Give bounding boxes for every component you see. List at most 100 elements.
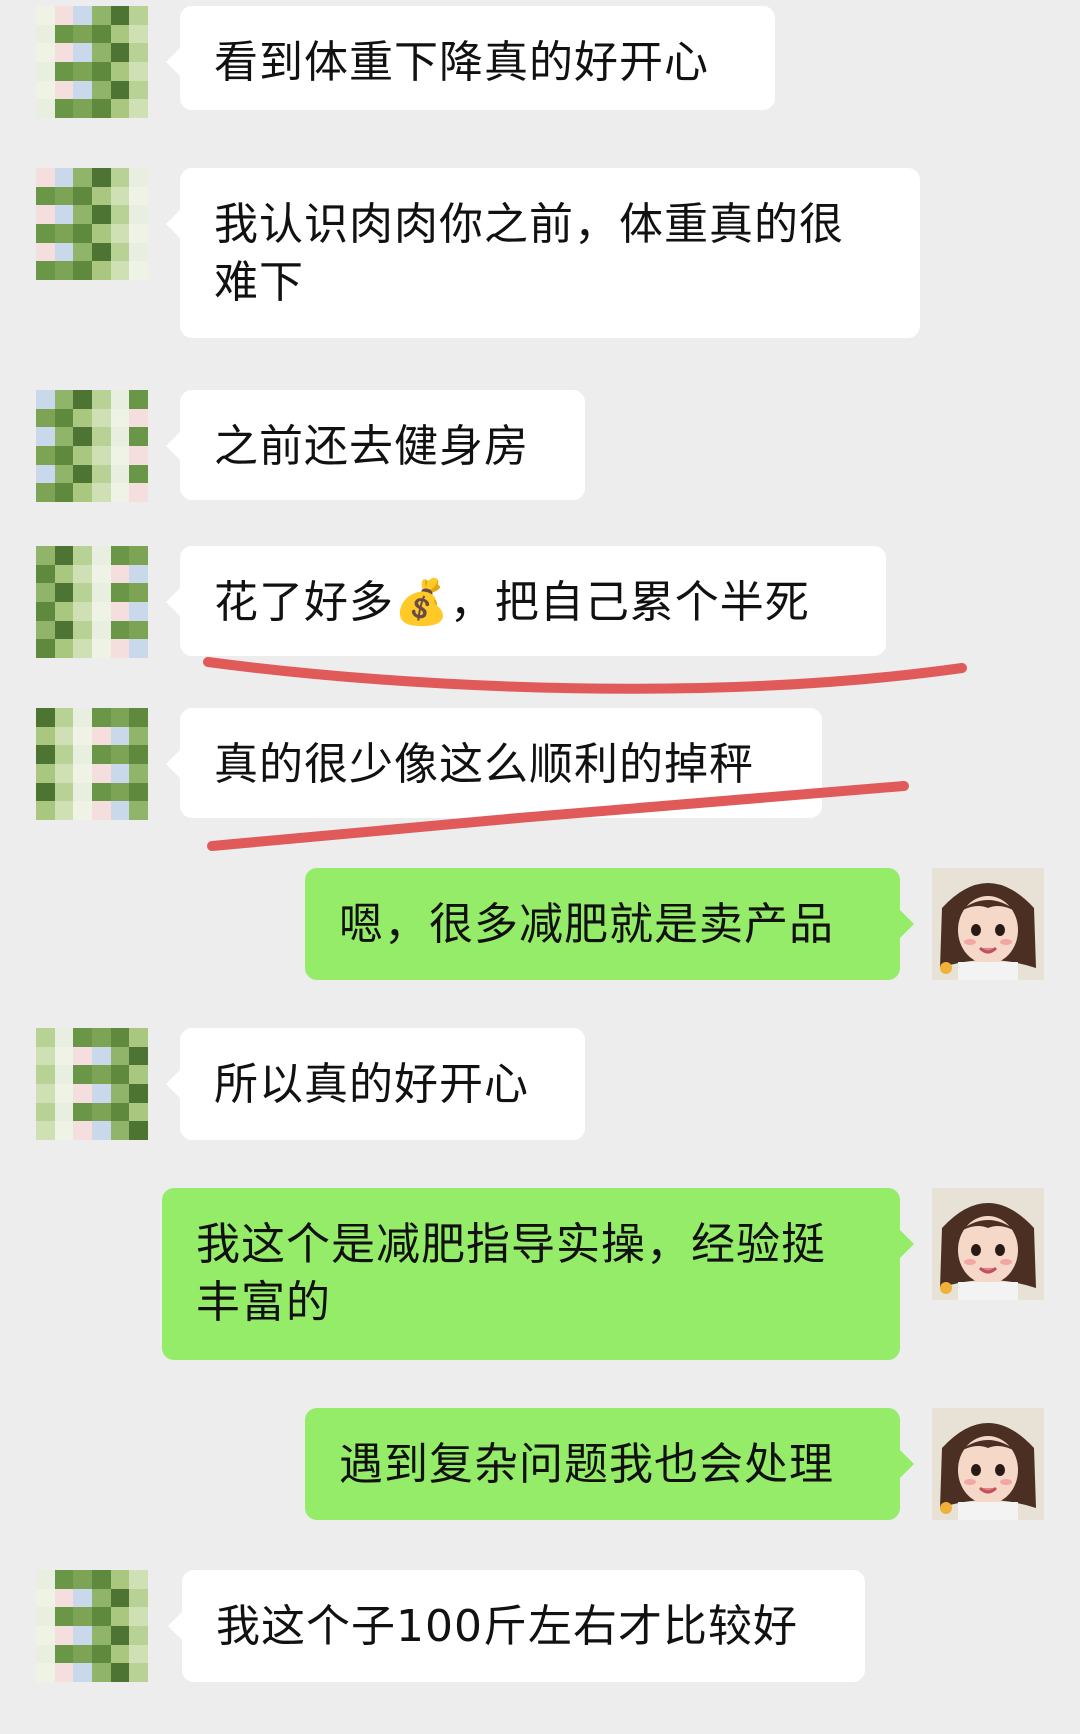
incoming-message-bubble[interactable]: 所以真的好开心 <box>166 1028 585 1140</box>
mosaic-tile <box>91 1083 111 1103</box>
incoming-message-bubble[interactable]: 我这个子100斤左右才比较好 <box>168 1570 865 1682</box>
incoming-message-bubble[interactable]: 花了好多💰，把自己累个半死 <box>166 546 886 656</box>
mosaic-tile <box>91 427 111 446</box>
pixelated-avatar-icon <box>36 168 148 280</box>
mosaic-tile <box>73 186 92 206</box>
mosaic-tile <box>36 61 55 81</box>
mosaic-tile <box>36 1607 55 1626</box>
mosaic-tile <box>36 726 55 746</box>
mosaic-tile <box>73 1065 92 1084</box>
contact-avatar[interactable] <box>36 390 148 502</box>
mosaic-tile <box>36 708 55 727</box>
mosaic-tile <box>54 639 74 658</box>
mosaic-tile <box>129 242 148 262</box>
mosaic-tile <box>54 61 74 81</box>
message-text: 之前还去健身房 <box>214 421 529 472</box>
mosaic-tile <box>73 1607 92 1626</box>
mosaic-tile <box>91 801 111 820</box>
mosaic-tile <box>129 620 148 640</box>
contact-avatar[interactable] <box>36 546 148 658</box>
mosaic-tile <box>36 80 55 100</box>
mosaic-tile <box>110 1102 130 1122</box>
mosaic-tile <box>73 427 92 446</box>
contact-avatar[interactable] <box>36 708 148 820</box>
mosaic-tile <box>110 801 130 820</box>
mosaic-tile <box>91 708 111 727</box>
contact-avatar[interactable] <box>36 1028 148 1140</box>
mosaic-tile <box>54 99 74 118</box>
mosaic-tile <box>73 708 92 727</box>
self-avatar[interactable] <box>932 868 1044 980</box>
incoming-message-bubble[interactable]: 之前还去健身房 <box>166 390 585 500</box>
mosaic-tile <box>91 726 111 746</box>
mosaic-tile <box>110 708 130 727</box>
mosaic-tile <box>129 99 148 118</box>
mosaic-tile <box>73 763 92 783</box>
mosaic-tile <box>110 1570 130 1589</box>
mosaic-tile <box>36 205 55 224</box>
mosaic-tile <box>110 564 130 584</box>
pixelated-avatar-icon <box>36 1570 148 1682</box>
mosaic-tile <box>129 205 148 224</box>
mosaic-tile <box>73 546 92 565</box>
mosaic-tile <box>129 601 148 621</box>
mosaic-tile <box>54 464 74 484</box>
mosaic-tile <box>73 261 92 280</box>
message-text-after: ，把自己累个半死 <box>449 577 810 628</box>
mosaic-tile <box>54 1121 74 1140</box>
mosaic-tile <box>91 1121 111 1140</box>
contact-avatar[interactable] <box>36 168 148 280</box>
mosaic-tile <box>91 763 111 783</box>
mosaic-tile <box>110 61 130 81</box>
mosaic-tile <box>129 168 148 187</box>
mosaic-tile <box>73 99 92 118</box>
mosaic-tile <box>91 1102 111 1122</box>
mosaic-tile <box>54 242 74 262</box>
message-text: 我这个是减肥指导实操，经验挺丰富的 <box>196 1219 826 1328</box>
mosaic-tile <box>91 80 111 100</box>
outgoing-message-bubble[interactable]: 我这个是减肥指导实操，经验挺丰富的 <box>162 1188 914 1360</box>
mosaic-tile <box>54 390 74 409</box>
mosaic-tile <box>129 408 148 428</box>
mosaic-tile <box>110 1083 130 1103</box>
mosaic-tile <box>110 6 130 25</box>
mosaic-tile <box>54 1046 74 1066</box>
message-text: 遇到复杂问题我也会处理 <box>339 1439 834 1490</box>
mosaic-tile <box>54 1644 74 1664</box>
mosaic-tile <box>91 1607 111 1626</box>
outgoing-message-bubble[interactable]: 嗯，很多减肥就是卖产品 <box>305 868 914 980</box>
incoming-message-bubble[interactable]: 我认识肉肉你之前，体重真的很难下 <box>166 168 920 338</box>
mosaic-tile <box>54 601 74 621</box>
mosaic-tile <box>110 464 130 484</box>
mosaic-tile <box>91 99 111 118</box>
mosaic-tile <box>73 1046 92 1066</box>
mosaic-tile <box>73 782 92 802</box>
contact-avatar[interactable] <box>36 6 148 118</box>
mosaic-tile <box>54 1570 74 1589</box>
mosaic-tile <box>73 205 92 224</box>
mosaic-tile <box>91 408 111 428</box>
self-avatar[interactable] <box>932 1408 1044 1520</box>
mosaic-tile <box>54 801 74 820</box>
incoming-message-bubble[interactable]: 看到体重下降真的好开心 <box>166 6 775 110</box>
mosaic-tile <box>36 261 55 280</box>
outgoing-message-bubble[interactable]: 遇到复杂问题我也会处理 <box>305 1408 914 1520</box>
mosaic-tile <box>110 80 130 100</box>
mosaic-tile <box>129 24 148 44</box>
incoming-message-bubble[interactable]: 真的很少像这么顺利的掉秤 <box>166 708 822 818</box>
mosaic-tile <box>91 61 111 81</box>
mosaic-tile <box>129 1588 148 1608</box>
contact-avatar[interactable] <box>36 1570 148 1682</box>
mosaic-tile <box>36 445 55 465</box>
mosaic-tile <box>73 745 92 764</box>
mosaic-tile <box>36 43 55 62</box>
mosaic-tile <box>110 620 130 640</box>
mosaic-tile <box>110 1028 130 1047</box>
mosaic-tile <box>129 726 148 746</box>
mosaic-tile <box>54 205 74 224</box>
mosaic-tile <box>36 408 55 428</box>
mosaic-tile <box>129 564 148 584</box>
mosaic-tile <box>36 223 55 243</box>
mosaic-tile <box>73 620 92 640</box>
self-avatar[interactable] <box>932 1188 1044 1300</box>
